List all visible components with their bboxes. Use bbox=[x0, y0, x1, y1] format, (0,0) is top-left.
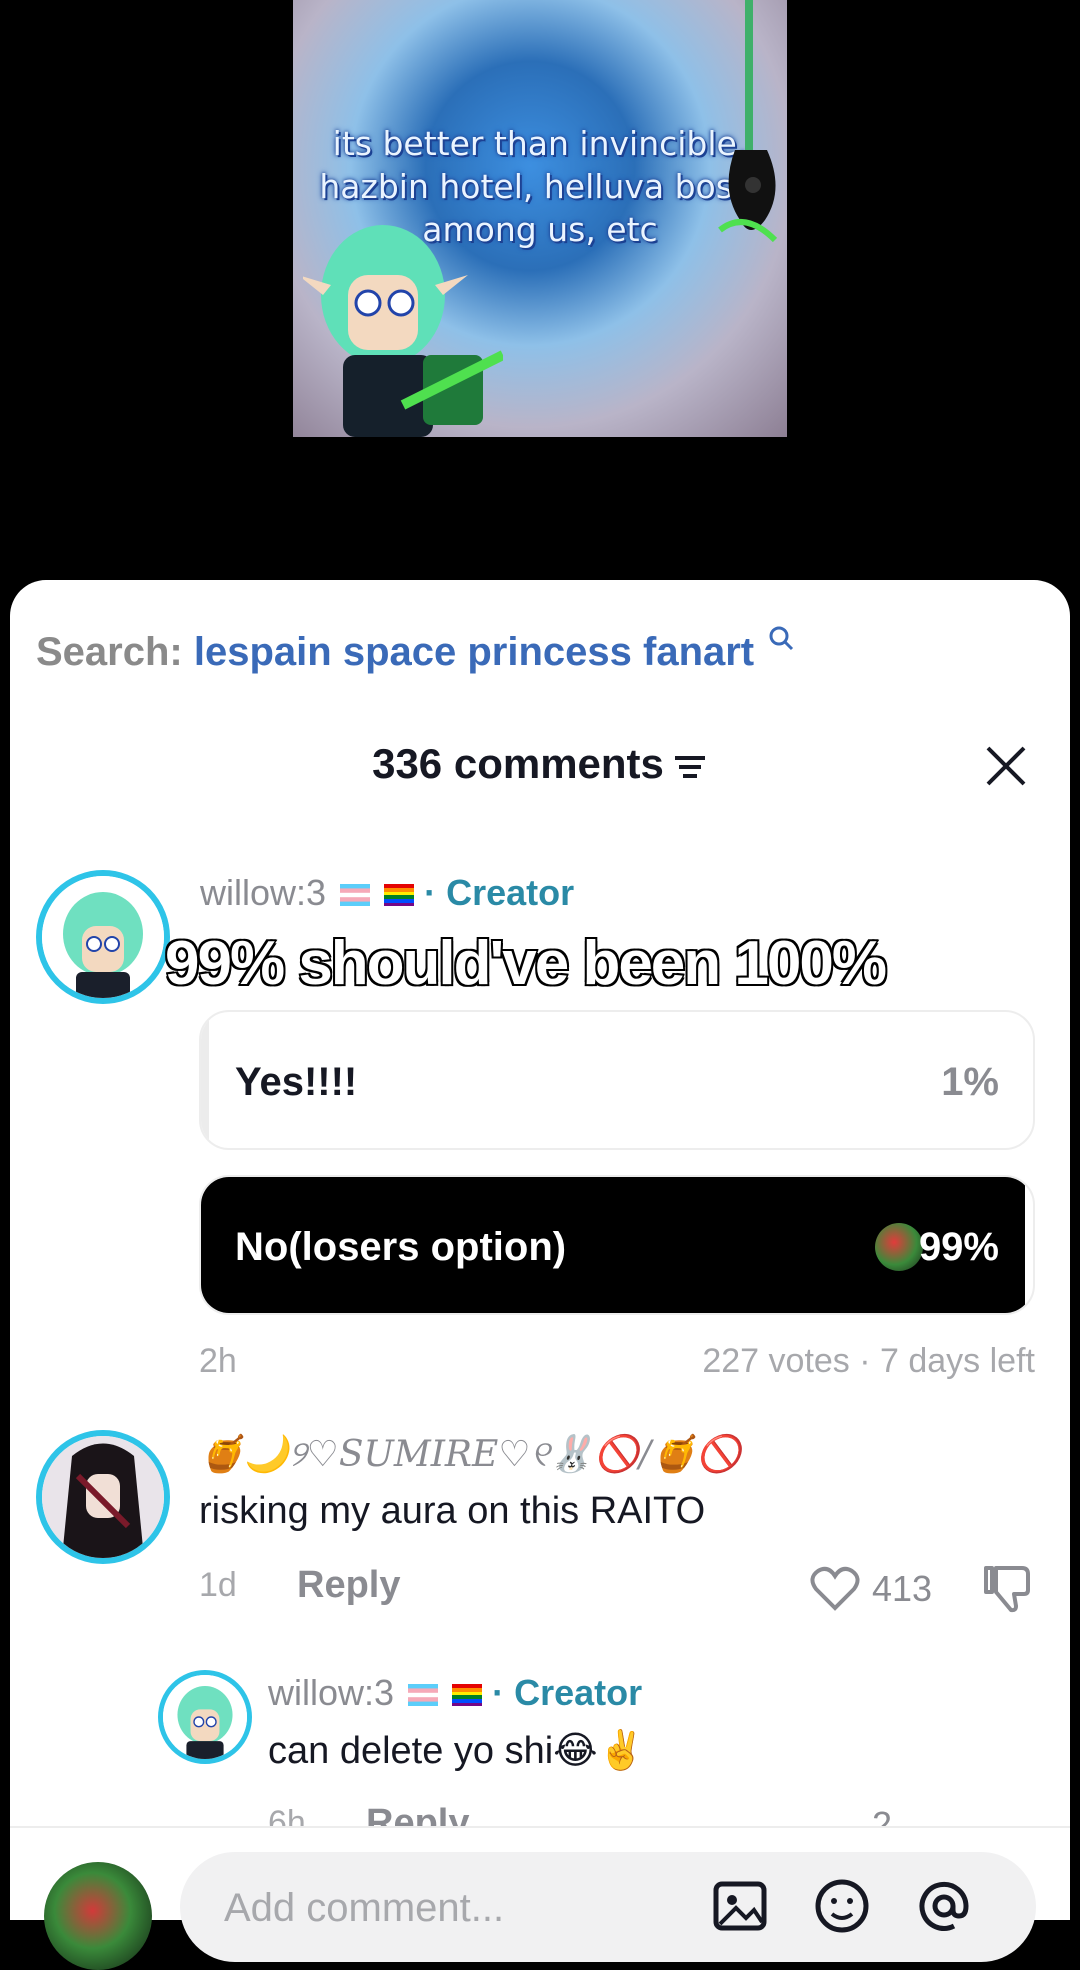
like-count: 413 bbox=[872, 1568, 933, 1609]
poll-option-percent: 99% bbox=[918, 1225, 999, 1269]
commenter-username[interactable]: 🍯🌙୨♡SUMIRE♡୧🐰🚫/🍯🚫 bbox=[199, 1433, 741, 1476]
creator-username[interactable]: willow:3 · Creator bbox=[200, 872, 574, 914]
poll-option-label: No(losers option) bbox=[235, 1225, 567, 1269]
comment-time: 1d bbox=[199, 1566, 237, 1604]
overlay-caption: 99% should've been 100% bbox=[164, 928, 889, 1000]
caption-line: its better than invincible, bbox=[332, 124, 748, 163]
heart-icon[interactable] bbox=[810, 1566, 860, 1612]
creator-avatar[interactable] bbox=[36, 870, 170, 1004]
creator-label: · Creator bbox=[424, 872, 575, 913]
comments-header: 336 comments bbox=[0, 740, 1080, 800]
reply-text: can delete yo shi😂✌️ bbox=[268, 1730, 645, 1772]
username-text: willow:3 bbox=[200, 872, 327, 913]
filter-icon[interactable] bbox=[672, 752, 708, 782]
current-user-avatar[interactable] bbox=[44, 1862, 152, 1970]
image-icon[interactable] bbox=[710, 1876, 770, 1936]
poll-option-percent: 1% bbox=[941, 1060, 999, 1104]
mention-icon[interactable] bbox=[914, 1876, 974, 1936]
pride-flag-icon bbox=[452, 1684, 483, 1707]
pride-flag-icon bbox=[384, 884, 415, 907]
dislike-icon[interactable] bbox=[982, 1564, 1032, 1614]
poll-votes-info: 227 votes · 7 days left bbox=[702, 1342, 1035, 1380]
username-text: willow:3 bbox=[268, 1672, 395, 1713]
search-label: Search: bbox=[36, 630, 183, 674]
comments-title: 336 comments bbox=[0, 740, 1080, 788]
reply-button[interactable]: Reply bbox=[297, 1564, 400, 1607]
poll-option-no[interactable]: No(losers option) 99% bbox=[199, 1175, 1035, 1315]
add-comment-input[interactable]: Add comment... bbox=[180, 1852, 1036, 1962]
input-placeholder: Add comment... bbox=[224, 1886, 505, 1930]
comment-text: risking my aura on this RAITO bbox=[199, 1490, 706, 1532]
reply-avatar[interactable] bbox=[158, 1670, 252, 1764]
reply-time: 6h bbox=[268, 1804, 306, 1826]
trans-flag-icon bbox=[408, 1684, 439, 1707]
voter-avatar bbox=[875, 1223, 923, 1271]
poll-option-yes[interactable]: Yes!!!! 1% bbox=[199, 1010, 1035, 1150]
close-icon[interactable] bbox=[984, 744, 1028, 788]
reply-username[interactable]: willow:3 · Creator bbox=[268, 1672, 642, 1714]
poll-time: 2h bbox=[199, 1342, 237, 1380]
poll-fill bbox=[201, 1012, 210, 1148]
avatar-image bbox=[163, 1675, 247, 1759]
video-thumbnail[interactable]: its better than invincible, hazbin hotel… bbox=[293, 0, 787, 437]
search-query[interactable]: lespain space princess fanart bbox=[194, 630, 754, 674]
commenter-avatar[interactable] bbox=[36, 1430, 170, 1564]
caption-line: hazbin hotel, helluva boss, bbox=[319, 167, 761, 206]
character-illustration bbox=[303, 225, 503, 437]
creator-label: · Creator bbox=[492, 1672, 643, 1713]
comment-count: 336 comments bbox=[372, 740, 664, 787]
reply-meta-row: 6h Reply 2 bbox=[0, 1800, 1080, 1826]
like-count: 2 bbox=[872, 1804, 893, 1826]
emoji-icon[interactable] bbox=[812, 1876, 872, 1936]
divider bbox=[10, 1826, 1070, 1828]
guitar-illustration bbox=[718, 0, 778, 243]
reply-button[interactable]: Reply bbox=[366, 1802, 469, 1826]
avatar-image bbox=[42, 1436, 164, 1558]
trans-flag-icon bbox=[340, 884, 371, 907]
poll-option-label: Yes!!!! bbox=[235, 1060, 358, 1104]
search-icon bbox=[769, 626, 794, 651]
avatar-image bbox=[42, 876, 164, 998]
search-suggestion[interactable]: Search: lespain space princess fanart bbox=[36, 626, 795, 675]
